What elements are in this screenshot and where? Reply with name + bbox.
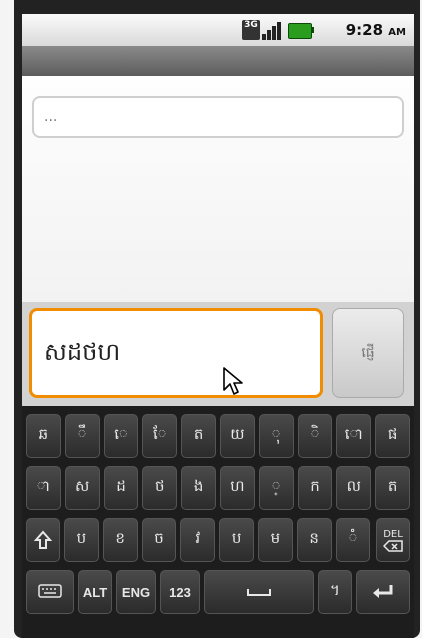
enter-key[interactable] (356, 570, 410, 614)
khan-key[interactable]: ។ (318, 570, 352, 614)
letter-key[interactable]: ច (141, 518, 177, 562)
shift-icon (34, 530, 52, 549)
letter-key[interactable]: ក (297, 466, 333, 510)
letter-key[interactable]: ម (258, 518, 293, 562)
clock-time: 9:28 (345, 21, 384, 39)
letter-key[interactable]: ឹ (64, 414, 100, 458)
keyboard-icon (38, 584, 62, 598)
numbers-key[interactable]: 123 (160, 570, 200, 614)
keyboard-row-2: ាសដថងហ្កលត (22, 466, 414, 510)
keyboard-settings-key[interactable] (26, 570, 74, 614)
letter-key[interactable]: ្ (258, 466, 294, 510)
letter-key[interactable]: ំ (335, 518, 371, 562)
message-list (22, 76, 414, 302)
title-bar (22, 46, 414, 76)
letter-key[interactable]: ិ (297, 414, 333, 458)
backspace-icon (383, 539, 403, 552)
letter-key[interactable]: ោ (336, 414, 372, 458)
delete-key[interactable]: DEL (376, 518, 410, 562)
message-input[interactable]: សដថហ (29, 308, 323, 398)
shift-key[interactable] (26, 518, 60, 562)
keyboard-row-4: ALT ENG 123 ។ (22, 570, 414, 614)
letter-key[interactable]: ឆ (26, 414, 61, 458)
message-text: សដថហ (44, 338, 121, 366)
clock: 9:28 AM (346, 21, 406, 39)
send-button[interactable]: ផ្ញើ (332, 308, 404, 398)
letter-key[interactable]: ហ (220, 466, 255, 510)
soft-keyboard: ឆឹេែតយុិោផ ាសដថងហ្កលត DEL បខចវបមនំ ALT E… (22, 406, 414, 638)
letter-key[interactable]: េ (103, 414, 139, 458)
screen: 3G 9:28 AM សដថហ ផ្ញើ ឆឹេែតយុិោផ ា (22, 14, 414, 638)
letter-key[interactable]: យ (220, 414, 255, 458)
letter-key[interactable]: ែ (142, 414, 178, 458)
clock-ampm: AM (388, 27, 406, 38)
letter-key[interactable]: ស (64, 466, 100, 510)
letter-key[interactable]: ន (296, 518, 332, 562)
letter-key[interactable]: ល (336, 466, 372, 510)
space-icon (247, 589, 271, 596)
keyboard-row-3: DEL បខចវបមនំ (22, 518, 414, 562)
status-bar: 3G 9:28 AM (22, 14, 414, 47)
eng-key[interactable]: ENG (116, 570, 156, 614)
letter-key[interactable]: ថ (142, 466, 178, 510)
letter-key[interactable]: ា (26, 466, 61, 510)
alt-key[interactable]: ALT (78, 570, 112, 614)
compose-bar: សដថហ ផ្ញើ (22, 302, 414, 406)
letter-key[interactable]: ដ (103, 466, 139, 510)
letter-key[interactable]: ខ (102, 518, 138, 562)
phone: 3G 9:28 AM សដថហ ផ្ញើ ឆឹេែតយុិោផ ា (0, 0, 422, 638)
recipient-input[interactable] (34, 98, 402, 136)
recipient-field[interactable] (32, 96, 404, 138)
network-type-icon: 3G (242, 20, 260, 40)
letter-key[interactable]: ត (375, 466, 410, 510)
mouse-pointer-icon (223, 367, 243, 395)
letter-key[interactable]: ុ (258, 414, 294, 458)
delete-label: DEL (383, 528, 403, 540)
space-key[interactable] (204, 570, 314, 614)
letter-key[interactable]: ប (219, 518, 254, 562)
letter-key[interactable]: ផ (375, 414, 410, 458)
keyboard-row-1: ឆឹេែតយុិោផ (22, 414, 414, 458)
letter-key[interactable]: ប (64, 518, 99, 562)
battery-icon (288, 20, 314, 40)
signal-icon (262, 20, 284, 40)
letter-key[interactable]: វ (180, 518, 216, 562)
letter-key[interactable]: ង (181, 466, 216, 510)
letter-key[interactable]: ត (181, 414, 216, 458)
enter-icon (373, 585, 393, 598)
